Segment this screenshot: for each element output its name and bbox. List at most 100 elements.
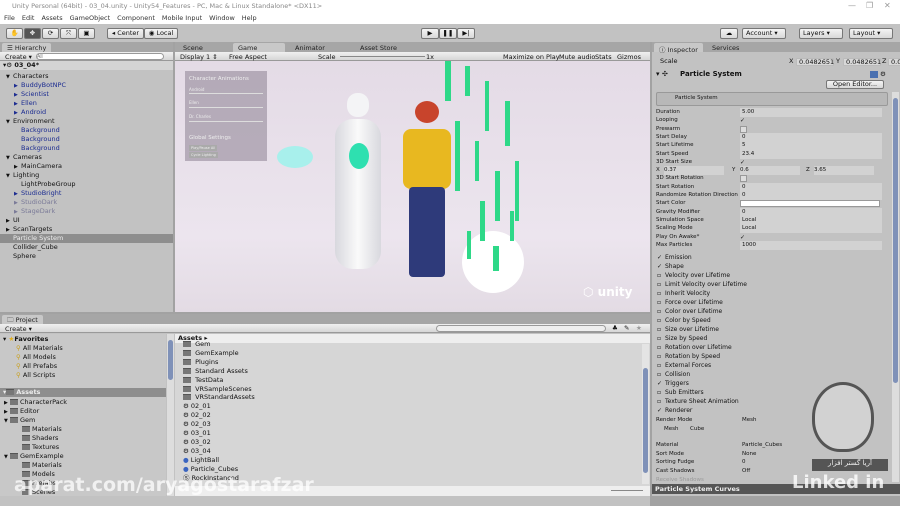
module-inherit-velocity[interactable]: ▫ Inherit Velocity xyxy=(657,289,710,298)
favorite-item[interactable]: ⚲ All Prefabs xyxy=(16,362,57,371)
hierarchy-item[interactable]: Collider_Cube xyxy=(0,243,173,252)
filter-label-icon[interactable]: ✎ xyxy=(624,324,629,332)
open-editor-button[interactable]: Open Editor... xyxy=(826,80,884,89)
maximize-button[interactable]: ❐ xyxy=(866,1,873,10)
checkbox[interactable]: ✓ xyxy=(740,234,747,241)
scale-y-field[interactable]: 0.0482651 xyxy=(843,58,881,66)
module-size-by-speed[interactable]: ▫ Size by Speed xyxy=(657,334,707,343)
module-rotation-by-speed[interactable]: ▫ Rotation by Speed xyxy=(657,352,720,361)
project-folder[interactable]: ▼ Gem xyxy=(4,416,35,425)
icon-size-slider[interactable] xyxy=(611,490,643,491)
asset-item[interactable]: Gem xyxy=(183,340,210,349)
asset-item[interactable]: ⚙ 03_04 xyxy=(183,447,211,456)
assets-root[interactable]: ▾ Assets xyxy=(0,388,166,397)
menu-help[interactable]: Help xyxy=(242,14,257,22)
module-size-over-lifetime[interactable]: ▫ Size over Lifetime xyxy=(657,325,719,334)
module-checkbox[interactable]: ✓ xyxy=(657,379,665,388)
module-checkbox[interactable]: ▫ xyxy=(657,325,665,334)
tab-hierarchy[interactable]: ☰ Hierarchy xyxy=(2,43,52,52)
favorite-item[interactable]: ⚲ All Scripts xyxy=(16,371,55,380)
hierarchy-item[interactable]: Background xyxy=(0,126,173,135)
module-color-over-lifetime[interactable]: ▫ Color over Lifetime xyxy=(657,307,722,316)
inspector-scrollbar[interactable] xyxy=(892,92,899,482)
asset-item[interactable]: ⚙ 03_02 xyxy=(183,438,211,447)
asset-item[interactable]: ● LightBall xyxy=(183,456,219,465)
asset-item[interactable]: VRSampleScenes xyxy=(183,385,252,394)
checkbox[interactable]: ✓ xyxy=(740,159,747,166)
asset-item[interactable]: TestData xyxy=(183,376,223,385)
tree-scrollbar[interactable] xyxy=(167,334,174,496)
step-button[interactable]: ▶| xyxy=(457,28,475,39)
android-slider[interactable] xyxy=(189,93,263,94)
module-triggers[interactable]: ✓ Triggers xyxy=(657,379,689,388)
module-checkbox[interactable]: ▫ xyxy=(657,388,665,397)
module-renderer[interactable]: ✓ Renderer xyxy=(657,406,692,415)
module-checkbox[interactable]: ✓ xyxy=(657,262,665,271)
property-value[interactable]: Local xyxy=(740,224,882,234)
module-checkbox[interactable]: ▫ xyxy=(657,334,665,343)
display-dropdown[interactable]: Display 1 ⇕ xyxy=(180,53,218,61)
rotate-tool-icon[interactable]: ⟳ xyxy=(42,28,59,39)
asset-item[interactable]: GemExample xyxy=(183,349,239,358)
favorite-item[interactable]: ⚲ All Materials xyxy=(16,344,63,353)
cloud-icon[interactable]: ☁ xyxy=(720,28,738,39)
scale-tool-icon[interactable]: ⤧ xyxy=(60,28,77,39)
hierarchy-item[interactable]: ▶ StudioDark xyxy=(0,198,173,207)
tab-project[interactable]: 🗀 Project xyxy=(2,315,43,324)
hierarchy-item[interactable]: ▼ Cameras xyxy=(0,153,173,162)
gizmos-dropdown[interactable]: Gizmos xyxy=(617,53,641,61)
project-folder[interactable]: ▶ CharacterPack xyxy=(4,398,67,407)
hierarchy-item[interactable]: ▶ MainCamera xyxy=(0,162,173,171)
module-color-by-speed[interactable]: ▫ Color by Speed xyxy=(657,316,711,325)
pivot-center-button[interactable]: ◂ Center xyxy=(107,28,144,39)
project-folder[interactable]: Materials xyxy=(16,425,62,434)
play-pause-all-button[interactable]: Play/Pause All xyxy=(189,145,218,151)
module-collision[interactable]: ▫ Collision xyxy=(657,370,690,379)
module-checkbox[interactable]: ▫ xyxy=(657,316,665,325)
asset-item[interactable]: ⚙ 03_01 xyxy=(183,429,211,438)
hierarchy-search-input[interactable] xyxy=(36,53,164,60)
hierarchy-item[interactable]: ▶ UI xyxy=(0,216,173,225)
project-folder[interactable]: ▼ GemExample xyxy=(4,452,64,461)
menu-mobile-input[interactable]: Mobile Input xyxy=(162,14,202,22)
favorites-header[interactable]: ▾ ★Favorites xyxy=(3,335,48,344)
module-velocity-over-lifetime[interactable]: ▫ Velocity over Lifetime xyxy=(657,271,730,280)
stats-toggle[interactable]: Stats xyxy=(595,53,612,61)
project-folder[interactable]: Textures xyxy=(16,443,59,452)
hierarchy-item[interactable]: ▼ Environment xyxy=(0,117,173,126)
module-checkbox[interactable]: ▫ xyxy=(657,397,665,406)
module-checkbox[interactable]: ✓ xyxy=(657,406,665,415)
mute-audio-toggle[interactable]: Mute audio xyxy=(559,53,595,61)
game-view[interactable]: Character Animations Android Ellen Dr. C… xyxy=(175,61,650,312)
hierarchy-item[interactable]: ▶ Android xyxy=(0,108,173,117)
close-button[interactable]: ✕ xyxy=(884,1,891,10)
module-limit-velocity-over-lifetime[interactable]: ▫ Limit Velocity over Lifetime xyxy=(657,280,747,289)
module-checkbox[interactable]: ✓ xyxy=(657,253,665,262)
hierarchy-item[interactable]: ▼ Characters xyxy=(0,72,173,81)
project-folder[interactable]: Shaders xyxy=(16,434,58,443)
layout-dropdown[interactable]: Layout ▾ xyxy=(849,28,893,39)
ellen-slider[interactable] xyxy=(189,107,263,108)
start-color-swatch[interactable] xyxy=(740,200,880,208)
checkbox[interactable] xyxy=(740,175,747,183)
asset-item[interactable]: ● Particle_Cubes xyxy=(183,465,238,474)
module-emission[interactable]: ✓ Emission xyxy=(657,253,692,262)
renderer-value[interactable]: Cube xyxy=(690,425,750,434)
create-dropdown[interactable]: Create ▾ xyxy=(5,53,32,61)
project-folder[interactable]: Materials xyxy=(16,461,62,470)
tab-asset-store[interactable]: Asset Store xyxy=(355,43,415,52)
asset-item[interactable]: ⚙ 02_01 xyxy=(183,402,211,411)
cycle-lighting-button[interactable]: Cycle Lighting xyxy=(189,152,218,158)
account-dropdown[interactable]: Account ▾ xyxy=(742,28,786,39)
tab-animator[interactable]: Animator xyxy=(290,43,350,52)
hierarchy-item[interactable]: ▶ StudioBright xyxy=(0,189,173,198)
hierarchy-item[interactable]: Sphere xyxy=(0,252,173,261)
module-texture-sheet-animation[interactable]: ▫ Texture Sheet Animation xyxy=(657,397,739,406)
asset-item[interactable]: Plugins xyxy=(183,358,218,367)
module-header-main[interactable]: Particle System xyxy=(656,92,888,106)
tab-scene[interactable]: Scene xyxy=(178,43,238,52)
play-button[interactable]: ▶ xyxy=(421,28,439,39)
hierarchy-item[interactable]: Particle System xyxy=(0,234,173,243)
scale-x-field[interactable]: 0.0482651 xyxy=(796,58,834,66)
scale-slider[interactable] xyxy=(340,56,425,57)
